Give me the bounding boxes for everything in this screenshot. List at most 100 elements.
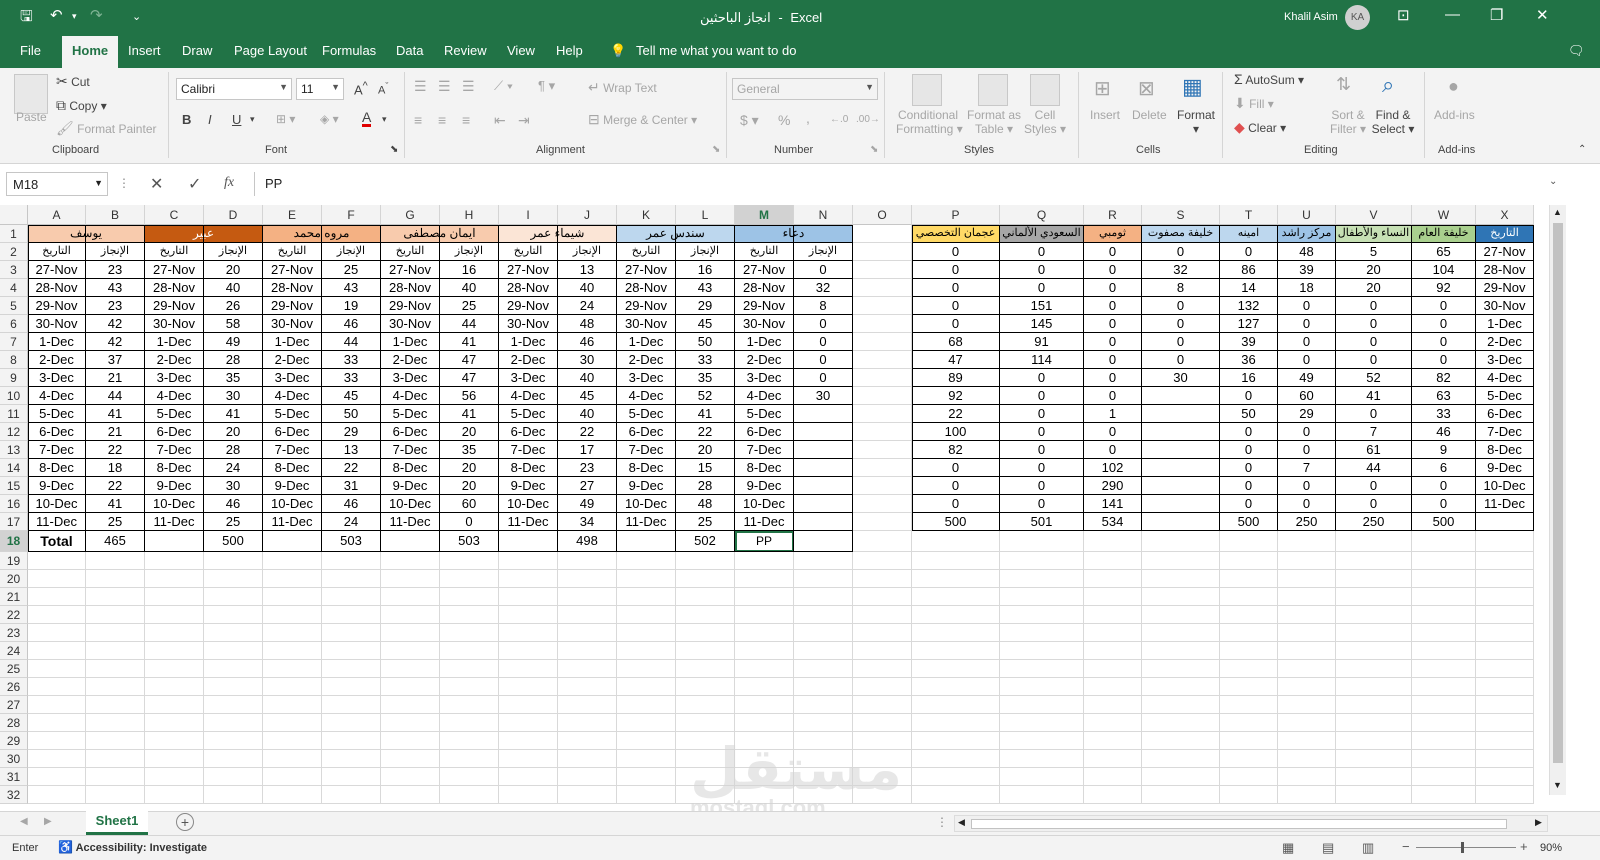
hospital-value-cell[interactable]: 0 [1000, 459, 1084, 477]
hospital-value-cell[interactable]: 0 [912, 297, 1000, 315]
achievement-cell[interactable]: 56 [440, 387, 499, 405]
hospital-value-cell[interactable]: 16 [1220, 369, 1278, 387]
tab-home[interactable]: Home [62, 36, 119, 68]
date-cell[interactable]: 4-Dec [735, 387, 794, 405]
hospital-value-cell[interactable]: 0 [1000, 423, 1084, 441]
undo-dropdown-icon[interactable]: ▾ [72, 11, 77, 22]
hospital-value-cell[interactable] [1142, 423, 1220, 441]
hospital-value-cell[interactable]: 65 [1412, 243, 1476, 261]
date-cell[interactable]: 1-Dec [499, 333, 558, 351]
empty-cell[interactable] [86, 750, 145, 768]
date-cell[interactable]: 27-Nov [381, 261, 440, 279]
date-cell[interactable]: 2-Dec [735, 351, 794, 369]
achievement-cell[interactable]: 43 [322, 279, 381, 297]
hospital-value-cell[interactable]: 0 [1220, 387, 1278, 405]
empty-cell[interactable] [1278, 642, 1336, 660]
empty-cell[interactable] [912, 624, 1000, 642]
date-cell[interactable]: 4-Dec [617, 387, 676, 405]
empty-cell[interactable] [381, 588, 440, 606]
date-cell[interactable]: 10-Dec [617, 495, 676, 513]
empty-cell[interactable] [263, 678, 322, 696]
empty-cell[interactable] [381, 660, 440, 678]
empty-cell[interactable] [735, 714, 794, 732]
hospital-value-cell[interactable]: 4-Dec [1476, 369, 1534, 387]
achievement-cell[interactable]: 40 [558, 405, 617, 423]
page-break-view-icon[interactable]: ▥ [1362, 840, 1374, 856]
empty-cell[interactable] [735, 660, 794, 678]
achievement-cell[interactable] [794, 459, 853, 477]
empty-cell[interactable] [1084, 732, 1142, 750]
empty-cell[interactable] [1220, 750, 1278, 768]
achievement-cell[interactable]: 44 [86, 387, 145, 405]
date-cell[interactable]: 2-Dec [145, 351, 204, 369]
empty-cell[interactable] [676, 570, 735, 588]
empty-cell[interactable] [617, 786, 676, 804]
empty-cell[interactable] [1084, 678, 1142, 696]
empty-cell[interactable] [1000, 678, 1084, 696]
empty-cell[interactable] [853, 696, 912, 714]
hospital-value-cell[interactable]: 0 [1084, 315, 1142, 333]
empty-cell[interactable] [1220, 678, 1278, 696]
empty-cell[interactable] [145, 606, 204, 624]
hospital-value-cell[interactable]: 9 [1412, 441, 1476, 459]
empty-cell[interactable] [853, 387, 912, 405]
date-subheader[interactable]: التاريخ [145, 243, 204, 261]
achievement-cell[interactable]: 28 [204, 441, 263, 459]
hospital-value-cell[interactable]: 145 [1000, 315, 1084, 333]
empty-cell[interactable] [1142, 570, 1220, 588]
hospital-value-cell[interactable]: 0 [1000, 279, 1084, 297]
empty-cell[interactable] [558, 552, 617, 570]
date-cell[interactable]: 8-Dec [617, 459, 676, 477]
hospital-value-cell[interactable]: 9-Dec [1476, 459, 1534, 477]
empty-cell[interactable] [794, 552, 853, 570]
empty-cell[interactable] [204, 552, 263, 570]
empty-cell[interactable] [1336, 696, 1412, 714]
align-bottom-icon[interactable]: ☰ [462, 78, 475, 95]
hospital-value-cell[interactable]: 0 [1084, 297, 1142, 315]
achievement-cell[interactable]: 40 [558, 279, 617, 297]
horizontal-scrollbar[interactable]: ◀ ▶ [954, 815, 1548, 832]
addins-button[interactable]: Add-ins [1434, 108, 1475, 122]
hospital-value-cell[interactable]: 0 [1142, 315, 1220, 333]
row-header-21[interactable]: 21 [0, 588, 28, 606]
empty-cell[interactable] [558, 696, 617, 714]
empty-cell[interactable] [499, 588, 558, 606]
achievement-cell[interactable]: 46 [204, 495, 263, 513]
empty-cell[interactable] [853, 243, 912, 261]
row-header-4[interactable]: 4 [0, 279, 28, 297]
hospital-value-cell[interactable]: 44 [1336, 459, 1412, 477]
empty-cell[interactable] [1000, 786, 1084, 804]
hospital-value-cell[interactable] [1142, 441, 1220, 459]
column-header-n[interactable]: N [794, 205, 853, 225]
vertical-scroll-thumb[interactable] [1553, 223, 1563, 763]
achievement-cell[interactable]: 19 [322, 297, 381, 315]
hospital-value-cell[interactable]: 0 [1000, 405, 1084, 423]
achievement-cell[interactable]: 24 [322, 513, 381, 531]
empty-cell[interactable] [676, 696, 735, 714]
empty-cell[interactable] [1412, 624, 1476, 642]
empty-cell[interactable] [440, 660, 499, 678]
empty-cell[interactable] [1278, 696, 1336, 714]
column-header-m[interactable]: M [735, 205, 794, 225]
achievement-cell[interactable]: 0 [794, 333, 853, 351]
empty-cell[interactable] [1084, 531, 1142, 552]
empty-cell[interactable] [1142, 660, 1220, 678]
column-header-t[interactable]: T [1220, 205, 1278, 225]
achievement-cell[interactable]: 40 [558, 369, 617, 387]
row-header-11[interactable]: 11 [0, 405, 28, 423]
achievement-cell[interactable] [794, 495, 853, 513]
empty-cell[interactable] [735, 642, 794, 660]
row-header-22[interactable]: 22 [0, 606, 28, 624]
empty-cell[interactable] [853, 624, 912, 642]
achievement-cell[interactable] [794, 423, 853, 441]
zoom-out-icon[interactable]: − [1402, 839, 1410, 854]
tab-help[interactable]: Help [556, 43, 583, 58]
hospital-value-cell[interactable]: 0 [1220, 477, 1278, 495]
empty-cell[interactable] [853, 423, 912, 441]
empty-cell[interactable] [558, 570, 617, 588]
hospital-value-cell[interactable]: 0 [1000, 477, 1084, 495]
researcher-name-header[interactable]: سندس عمر [617, 225, 735, 243]
empty-cell[interactable] [28, 714, 86, 732]
column-header-f[interactable]: F [322, 205, 381, 225]
align-center-icon[interactable]: ≡ [438, 112, 446, 128]
